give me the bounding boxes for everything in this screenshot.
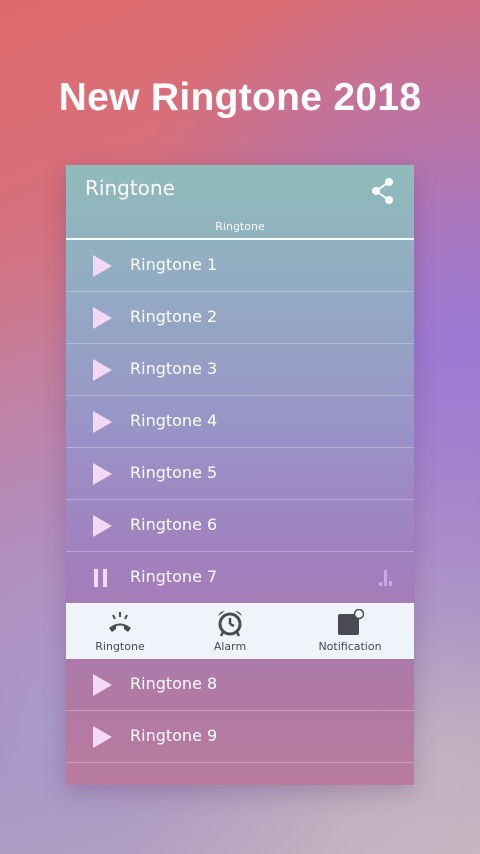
set-notification-label: Notification [318,640,382,653]
play-icon[interactable] [91,358,113,382]
set-ringtone-button[interactable]: Ringtone [80,603,160,659]
share-icon [372,178,393,204]
set-alarm-label: Alarm [213,640,247,653]
ringtone-label: Ringtone 4 [130,411,218,430]
alarm-clock-icon [218,611,242,637]
pause-icon[interactable] [91,566,113,590]
ringtone-label: Ringtone 2 [130,307,218,326]
ringtone-list: Ringtone 1 Ringtone 2 Ringtone 3 Rington… [66,240,414,763]
play-icon[interactable] [91,254,113,278]
share-button[interactable] [370,177,396,205]
ringtone-item-6[interactable]: Ringtone 6 [66,500,414,552]
notification-icon [338,609,364,635]
ringtone-item-2[interactable]: Ringtone 2 [66,292,414,344]
ringtone-label: Ringtone 5 [130,463,218,482]
set-ringtone-label: Ringtone [95,640,145,653]
set-alarm-button[interactable]: Alarm [190,603,270,659]
ringtone-action-bar: Ringtone Alarm Notification [66,603,414,659]
ringtone-item-7[interactable]: Ringtone 7 [66,552,414,603]
ringtone-label: Ringtone 6 [130,515,218,534]
play-icon[interactable] [91,673,113,697]
play-icon[interactable] [91,725,113,749]
equalizer-icon [379,570,392,586]
play-icon[interactable] [91,410,113,434]
ringtone-label: Ringtone 9 [130,726,218,745]
ringtone-item-8[interactable]: Ringtone 8 [66,659,414,711]
ringtone-item-4[interactable]: Ringtone 4 [66,396,414,448]
play-icon[interactable] [91,462,113,486]
play-icon[interactable] [91,514,113,538]
app-title: Ringtone [85,176,175,200]
phone-call-icon [109,612,131,632]
ringtone-item-9[interactable]: Ringtone 9 [66,711,414,763]
tab-ringtone-label: Ringtone [215,220,265,233]
ringtone-label: Ringtone 8 [130,674,218,693]
ringtone-item-1[interactable]: Ringtone 1 [66,240,414,292]
set-notification-button[interactable]: Notification [300,603,400,659]
ringtone-label: Ringtone 3 [130,359,218,378]
ringtone-item-5[interactable]: Ringtone 5 [66,448,414,500]
play-icon[interactable] [91,306,113,330]
ringtone-item-3[interactable]: Ringtone 3 [66,344,414,396]
app-toolbar: Ringtone [66,165,414,218]
ringtone-label: Ringtone 7 [130,567,218,586]
app-screen: Ringtone Ringtone Ringtone 1 Ringtone 2 … [66,165,414,785]
tab-ringtone[interactable]: Ringtone [66,218,414,240]
promo-headline: New Ringtone 2018 [58,76,422,119]
ringtone-label: Ringtone 1 [130,255,218,274]
